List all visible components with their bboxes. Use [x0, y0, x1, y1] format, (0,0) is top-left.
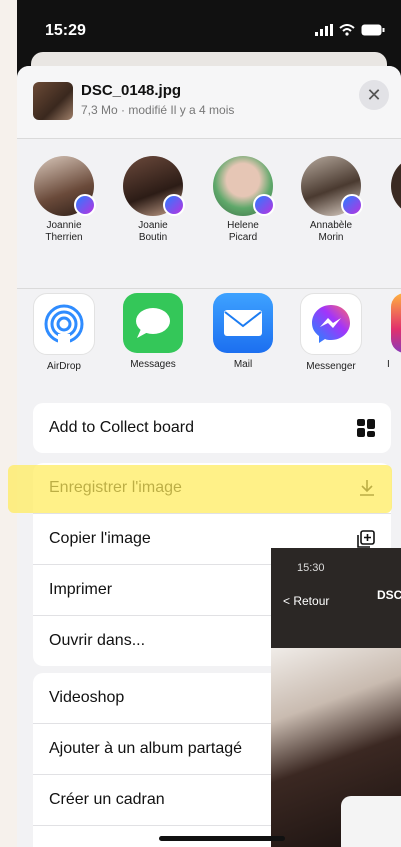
file-name: DSC_0148.jpg [81, 82, 182, 99]
contact-helene-picard[interactable]: Helene Picard [203, 156, 283, 244]
row-label: Ouvrir dans... [49, 632, 146, 649]
contact-annabele-morin[interactable]: Annabèle Morin [291, 156, 371, 244]
row-label: Créer un cadran [49, 791, 165, 808]
avatar [123, 156, 185, 216]
row-label: Enregistrer l'image [49, 479, 182, 496]
status-bar: 15:29 [17, 0, 401, 60]
close-icon: ✕ [366, 84, 382, 105]
overlay-time: 15:30 [297, 562, 325, 574]
avatar [34, 156, 96, 216]
phone-screen: 15:29 DSC_0148.jpg 7,3 Mo · modifié Il y… [17, 0, 401, 847]
contact-joannie-therrien[interactable]: Joannie Therrien [24, 156, 104, 244]
contact-name: Helene Picard [227, 220, 259, 243]
row-label: Ajouter à un album partagé [49, 740, 243, 757]
app-messenger[interactable]: Messenger [291, 293, 371, 372]
download-icon [360, 480, 374, 496]
file-thumbnail [33, 82, 73, 120]
overlay-card [341, 796, 401, 847]
app-label: I [387, 359, 390, 370]
messenger-badge-icon [253, 194, 275, 216]
messages-icon [123, 293, 183, 353]
close-button[interactable]: ✕ [359, 80, 389, 110]
app-messages[interactable]: Messages [113, 293, 193, 370]
save-image-button[interactable]: Enregistrer l'image [33, 463, 391, 514]
app-label: Messages [130, 359, 176, 370]
messenger-badge-icon [74, 194, 96, 216]
status-icons [315, 24, 385, 36]
row-label: Videoshop [49, 689, 125, 706]
messenger-badge-icon [163, 194, 185, 216]
app-label: AirDrop [47, 361, 81, 372]
battery-icon [361, 24, 385, 36]
add-to-collect-button[interactable]: Add to Collect board [33, 403, 391, 453]
preview-overlay-screenshot: 15:30 < Retour DSC [271, 548, 401, 847]
overlay-title: DSC [377, 588, 401, 602]
collect-group: Add to Collect board [33, 403, 391, 453]
status-time: 15:29 [45, 22, 86, 39]
wifi-icon [339, 24, 355, 36]
people-row: Joannie Therrien Joanie Boutin Helene Picar… [17, 156, 401, 266]
copy-icon [357, 530, 375, 548]
file-meta: 7,3 Mo · modifié Il y a 4 mois [81, 103, 235, 117]
overlay-back-button[interactable]: < Retour [283, 594, 329, 608]
row-label: Imprimer [49, 581, 113, 598]
apps-row: AirDrop Messages Mail Messenger I [17, 288, 401, 379]
signal-icon [315, 24, 333, 36]
app-label: Messenger [306, 361, 356, 372]
avatar [301, 156, 363, 216]
airdrop-icon [33, 293, 95, 355]
contact-name: Joanie Boutin [138, 220, 168, 243]
contact-name: Joannie Therrien [45, 220, 83, 243]
avatar [391, 156, 401, 216]
app-partial[interactable]: I [381, 293, 401, 370]
contact-partial[interactable] [381, 156, 401, 216]
app-mail[interactable]: Mail [203, 293, 283, 370]
contact-joanie-boutin[interactable]: Joanie Boutin [113, 156, 193, 244]
instagram-icon [391, 293, 401, 353]
share-header: DSC_0148.jpg 7,3 Mo · modifié Il y a 4 m… [17, 66, 401, 139]
collect-icon [357, 419, 375, 437]
avatar [213, 156, 275, 216]
home-indicator[interactable] [159, 836, 285, 841]
row-label: Copier l'image [49, 530, 151, 547]
app-airdrop[interactable]: AirDrop [24, 293, 104, 372]
contact-name: Annabèle Morin [309, 220, 353, 243]
app-label: Mail [233, 359, 253, 370]
messenger-badge-icon [341, 194, 363, 216]
messenger-icon [300, 293, 362, 355]
row-label: Add to Collect board [49, 419, 194, 436]
mail-icon [213, 293, 273, 353]
